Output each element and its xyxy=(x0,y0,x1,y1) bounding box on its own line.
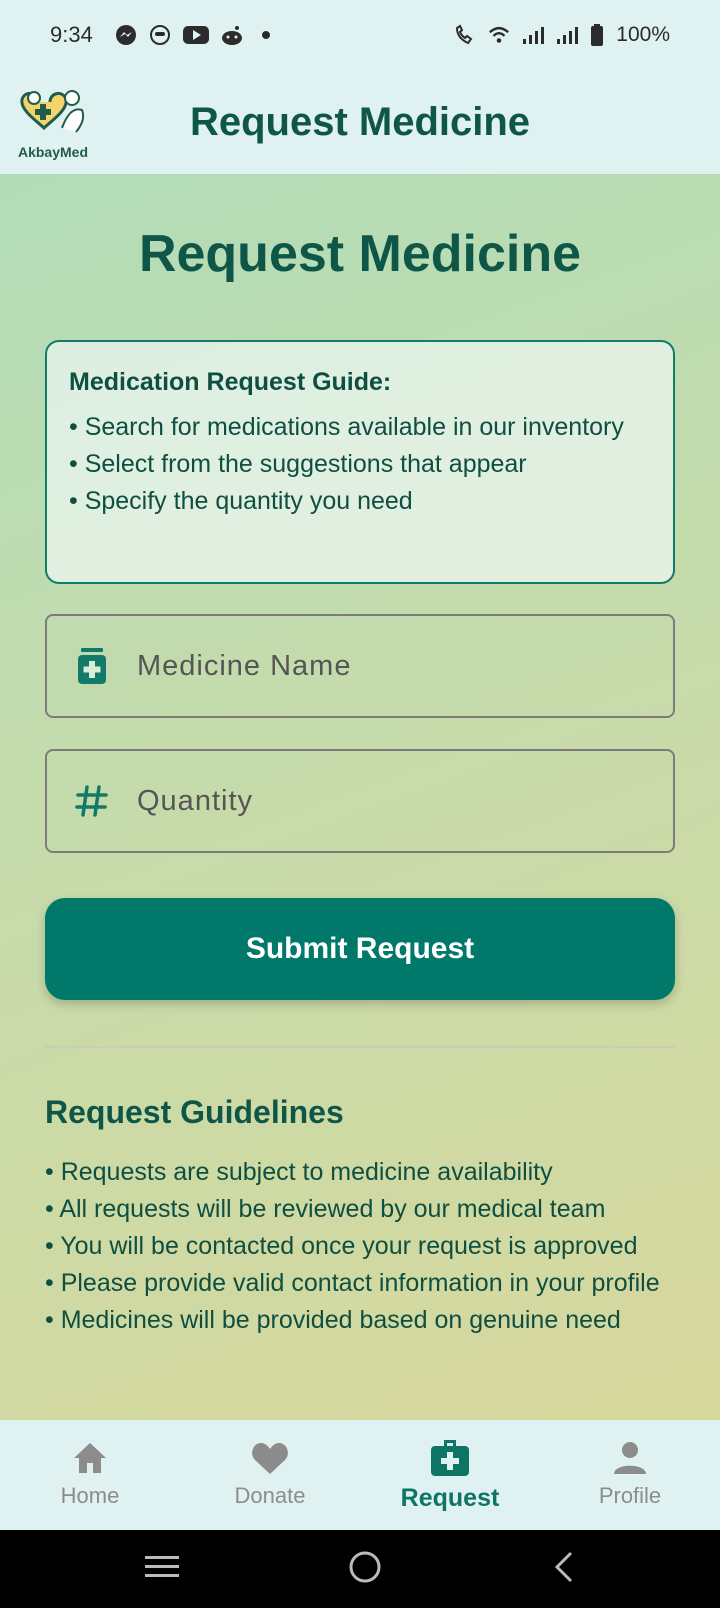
status-icons-left xyxy=(115,24,277,46)
app-logo: AkbayMed xyxy=(10,88,96,160)
logo-text: AkbayMed xyxy=(17,144,89,160)
nav-item-home[interactable]: Home xyxy=(0,1420,180,1530)
guideline-item: • Medicines will be provided based on ge… xyxy=(45,1306,621,1334)
nav-item-donate[interactable]: Donate xyxy=(180,1420,360,1530)
heart-icon xyxy=(252,1443,288,1474)
wifi-icon xyxy=(488,24,510,46)
signal-icon-2 xyxy=(556,24,579,46)
main-content[interactable]: Request Medicine Medication Request Guid… xyxy=(0,174,720,1420)
youtube-icon xyxy=(182,24,209,46)
battery-icon xyxy=(590,24,604,46)
guideline-item: • You will be contacted once your reques… xyxy=(45,1232,638,1260)
medication-request-guide: Medication Request Guide: • Search for m… xyxy=(45,340,675,584)
logo-heart-icon xyxy=(20,90,85,133)
guideline-item: • All requests will be reviewed by our m… xyxy=(45,1195,606,1223)
quantity-field[interactable] xyxy=(45,749,675,853)
guide-item: • Search for medications available in ou… xyxy=(69,413,624,441)
recent-apps-icon[interactable] xyxy=(144,1554,179,1585)
nav-item-profile[interactable]: Profile xyxy=(540,1420,720,1530)
person-icon xyxy=(614,1442,646,1474)
nav-label-home: Home xyxy=(60,1483,120,1508)
battery-level: 100% xyxy=(616,23,670,46)
home-circle-icon[interactable] xyxy=(348,1550,382,1589)
status-icons-right: 100% xyxy=(454,23,670,47)
dot-icon xyxy=(255,24,277,46)
divider xyxy=(45,1046,675,1048)
submit-request-button[interactable]: Submit Request xyxy=(45,898,675,1000)
medical-kit-icon xyxy=(431,1439,469,1476)
guideline-item: • Requests are subject to medicine avail… xyxy=(45,1158,553,1186)
medicine-bottle-icon xyxy=(47,648,137,684)
quantity-input[interactable] xyxy=(137,751,673,851)
status-bar: 9:34 100% xyxy=(0,0,720,70)
nav-label-profile: Profile xyxy=(598,1483,662,1508)
nav-label-request: Request xyxy=(400,1483,500,1512)
guidelines-list: • Requests are subject to medicine avail… xyxy=(45,1154,685,1339)
guidelines-title: Request Guidelines xyxy=(45,1094,344,1130)
status-time: 9:34 xyxy=(50,22,93,47)
home-icon xyxy=(74,1443,106,1473)
nav-item-request[interactable]: Request xyxy=(360,1420,540,1530)
face-icon xyxy=(149,24,171,46)
messenger-icon xyxy=(115,24,137,46)
app-bar: AkbayMed Request Medicine xyxy=(0,70,720,174)
hash-icon xyxy=(47,784,137,818)
wifi-call-icon xyxy=(454,24,476,46)
signal-icon xyxy=(522,24,545,46)
reddit-icon xyxy=(221,24,243,46)
page-title: Request Medicine xyxy=(138,225,582,283)
medicine-name-field[interactable] xyxy=(45,614,675,718)
back-icon[interactable] xyxy=(551,1551,575,1588)
bottom-nav: Home Donate Request Profile xyxy=(0,1420,720,1530)
app-bar-title: Request Medicine xyxy=(189,99,531,144)
system-nav-bar xyxy=(0,1530,720,1608)
medicine-name-input[interactable] xyxy=(137,616,673,716)
guide-item: • Select from the suggestions that appea… xyxy=(69,450,527,478)
guide-item: • Specify the quantity you need xyxy=(69,487,413,515)
guide-title: Medication Request Guide: xyxy=(69,368,392,396)
nav-label-donate: Donate xyxy=(234,1483,306,1508)
guideline-item: • Please provide valid contact informati… xyxy=(45,1269,660,1297)
